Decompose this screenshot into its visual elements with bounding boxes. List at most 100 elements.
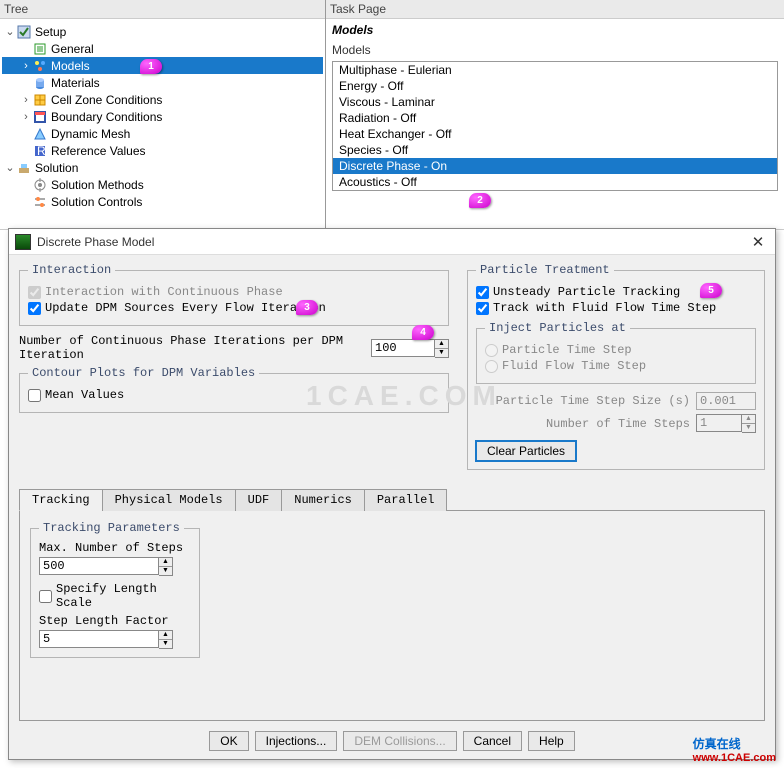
- help-button[interactable]: Help: [528, 731, 575, 751]
- task-panel: Task Page Models Models Multiphase - Eul…: [326, 0, 784, 229]
- inject-fluid-label: Fluid Flow Time Step: [502, 359, 646, 373]
- brand-url: www.1CAE.com: [693, 752, 776, 764]
- tree-node-solution[interactable]: ⌄ Solution: [2, 159, 323, 176]
- expand-icon[interactable]: ›: [20, 60, 32, 72]
- list-item[interactable]: Energy - Off: [333, 78, 777, 94]
- num-iter-label: Number of Continuous Phase Iterations pe…: [19, 334, 365, 362]
- brand-cn: 仿真在线: [693, 737, 741, 751]
- ok-button[interactable]: OK: [209, 731, 248, 751]
- injections-button[interactable]: Injections...: [255, 731, 338, 751]
- tree-label: Solution Controls: [51, 195, 142, 209]
- list-item[interactable]: Acoustics - Off: [333, 174, 777, 190]
- tree-node-models[interactable]: › Models: [2, 57, 323, 74]
- tree-label: General: [51, 42, 94, 56]
- dialog-icon: [15, 234, 31, 250]
- tree-node-general[interactable]: General: [2, 40, 323, 57]
- list-item[interactable]: Species - Off: [333, 142, 777, 158]
- specify-length-label: Specify Length Scale: [56, 582, 191, 610]
- dem-collisions-button: DEM Collisions...: [343, 731, 456, 751]
- models-icon: [32, 59, 48, 73]
- tracking-params-group: Tracking Parameters Max. Number of Steps…: [30, 521, 200, 658]
- boundary-icon: [32, 110, 48, 124]
- specify-length-checkbox[interactable]: [39, 590, 52, 603]
- tree-label: Reference Values: [51, 144, 146, 158]
- particle-legend: Particle Treatment: [476, 263, 614, 277]
- tree-node-refval[interactable]: R Reference Values: [2, 142, 323, 159]
- tree-label: Setup: [35, 25, 66, 39]
- update-dpm-checkbox[interactable]: [28, 302, 41, 315]
- contour-legend: Contour Plots for DPM Variables: [28, 366, 259, 380]
- step-size-label: Particle Time Step Size (s): [496, 394, 690, 408]
- tab-parallel[interactable]: Parallel: [364, 489, 448, 511]
- step-size-input: [696, 392, 756, 410]
- solcontrols-icon: [32, 195, 48, 209]
- cancel-button[interactable]: Cancel: [463, 731, 522, 751]
- inject-fluid-radio: [485, 360, 498, 373]
- num-steps-input: [696, 414, 742, 432]
- interaction-legend: Interaction: [28, 263, 115, 277]
- tree-label: Dynamic Mesh: [51, 127, 130, 141]
- max-steps-spinner[interactable]: ▲▼: [159, 557, 173, 576]
- tree-node-solmethods[interactable]: Solution Methods: [2, 176, 323, 193]
- tab-udf[interactable]: UDF: [235, 489, 283, 511]
- contour-group: Contour Plots for DPM Variables Mean Val…: [19, 366, 449, 413]
- tree-node-cellzone[interactable]: › Cell Zone Conditions: [2, 91, 323, 108]
- tab-tracking[interactable]: Tracking: [19, 489, 103, 511]
- expand-icon[interactable]: ›: [20, 94, 32, 106]
- tree-label: Boundary Conditions: [51, 110, 162, 124]
- list-item[interactable]: Viscous - Laminar: [333, 94, 777, 110]
- tracking-legend: Tracking Parameters: [39, 521, 184, 535]
- track-fluid-checkbox[interactable]: [476, 302, 489, 315]
- dialog-title: Discrete Phase Model: [37, 235, 747, 249]
- mean-values-label: Mean Values: [45, 388, 124, 402]
- clear-particles-button[interactable]: Clear Particles: [476, 441, 576, 461]
- tree-panel: Tree ⌄ Setup General › Models Materials: [0, 0, 326, 229]
- tree-node-dynmesh[interactable]: Dynamic Mesh: [2, 125, 323, 142]
- inject-group: Inject Particles at Particle Time Step F…: [476, 321, 756, 384]
- close-icon[interactable]: ✕: [747, 233, 769, 251]
- unsteady-checkbox[interactable]: [476, 286, 489, 299]
- materials-icon: [32, 76, 48, 90]
- expand-icon[interactable]: ›: [20, 111, 32, 123]
- tab-strip: Tracking Physical Models UDF Numerics Pa…: [19, 488, 765, 511]
- refval-icon: R: [32, 144, 48, 158]
- solmethods-icon: [32, 178, 48, 192]
- list-item[interactable]: Radiation - Off: [333, 110, 777, 126]
- tree-node-setup[interactable]: ⌄ Setup: [2, 23, 323, 40]
- tree-label: Cell Zone Conditions: [51, 93, 162, 107]
- num-iter-input[interactable]: [371, 339, 435, 357]
- setup-icon: [16, 25, 32, 39]
- mean-values-checkbox[interactable]: [28, 389, 41, 402]
- page-title: Models: [326, 19, 784, 41]
- tree-node-boundary[interactable]: › Boundary Conditions: [2, 108, 323, 125]
- dynmesh-icon: [32, 127, 48, 141]
- discrete-phase-dialog: Discrete Phase Model ✕ Interaction Inter…: [8, 228, 776, 760]
- collapse-icon[interactable]: ⌄: [4, 25, 16, 38]
- tab-physical-models[interactable]: Physical Models: [102, 489, 236, 511]
- num-iter-spinner[interactable]: ▲▼: [435, 339, 449, 358]
- list-item[interactable]: Heat Exchanger - Off: [333, 126, 777, 142]
- list-item[interactable]: Multiphase - Eulerian: [333, 62, 777, 78]
- num-steps-spinner: ▲▼: [742, 414, 756, 433]
- models-label: Models: [326, 41, 784, 59]
- tree-node-materials[interactable]: Materials: [2, 74, 323, 91]
- max-steps-input[interactable]: [39, 557, 159, 575]
- cellzone-icon: [32, 93, 48, 107]
- interaction-continuous-label: Interaction with Continuous Phase: [45, 285, 283, 299]
- tab-numerics[interactable]: Numerics: [281, 489, 365, 511]
- track-fluid-label: Track with Fluid Flow Time Step: [493, 301, 716, 315]
- interaction-continuous-checkbox: [28, 286, 41, 299]
- tree-label: Solution Methods: [51, 178, 144, 192]
- tree-node-solcontrols[interactable]: Solution Controls: [2, 193, 323, 210]
- collapse-icon[interactable]: ⌄: [4, 161, 16, 174]
- step-factor-input[interactable]: [39, 630, 159, 648]
- tree-label: Solution: [35, 161, 78, 175]
- models-listbox[interactable]: Multiphase - Eulerian Energy - Off Visco…: [332, 61, 778, 191]
- inject-particle-radio: [485, 344, 498, 357]
- list-item[interactable]: Discrete Phase - On: [333, 158, 777, 174]
- tree-label: Models: [51, 59, 90, 73]
- step-factor-spinner[interactable]: ▲▼: [159, 630, 173, 649]
- solution-icon: [16, 161, 32, 175]
- inject-particle-label: Particle Time Step: [502, 343, 632, 357]
- inject-legend: Inject Particles at: [485, 321, 630, 335]
